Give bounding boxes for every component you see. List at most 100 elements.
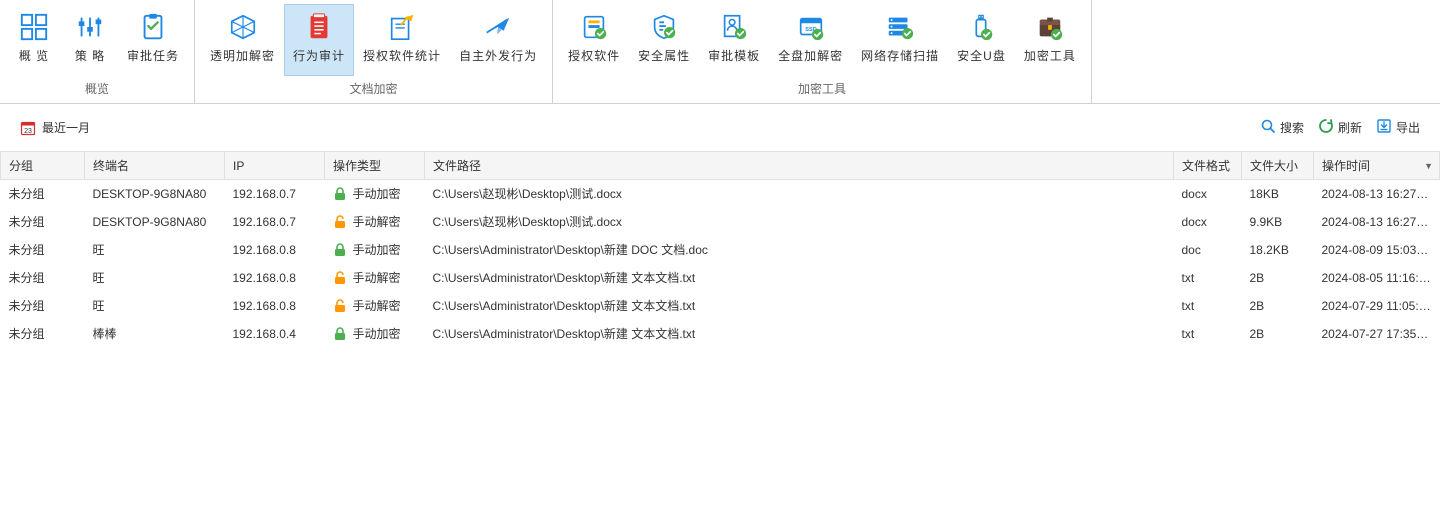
cell-time: 2024-08-09 15:03:31 (1314, 236, 1440, 264)
behavior-audit-button[interactable]: 行为审计 (284, 4, 354, 76)
approval-tasks-button[interactable]: 审批任务 (118, 4, 188, 76)
table-row[interactable]: 未分组DESKTOP-9G8NA80192.168.0.7手动加密C:\User… (1, 180, 1440, 208)
cell-format: docx (1174, 180, 1242, 208)
ribbon-toolbar: 概 览策 略审批任务概览透明加解密行为审计授权软件统计自主外发行为文档加密授权软… (0, 0, 1440, 104)
cell-format: txt (1174, 292, 1242, 320)
ribbon-group: 概 览策 略审批任务概览 (0, 0, 195, 103)
cell-format: doc (1174, 236, 1242, 264)
secattr-icon (648, 11, 680, 43)
cell-op-type: 手动加密 (325, 180, 425, 208)
lock-closed-icon (333, 187, 347, 201)
cell-op-type: 手动解密 (325, 264, 425, 292)
overview-icon (18, 11, 50, 43)
col-header-time[interactable]: 操作时间▼ (1314, 152, 1440, 180)
op-type-label: 手动解密 (353, 269, 401, 286)
ribbon-group-label: 文档加密 (201, 76, 546, 103)
col-header-terminal[interactable]: 终端名 (85, 152, 225, 180)
cell-format: txt (1174, 264, 1242, 292)
col-header-size[interactable]: 文件大小 (1242, 152, 1314, 180)
apptmpl-icon (718, 11, 750, 43)
cell-ip: 192.168.0.7 (225, 208, 325, 236)
ribbon-group: 透明加解密 行为审计 授权软件统计 自主外发行为文档加密 (195, 0, 553, 103)
encrypt-tool-button[interactable]: 加密工具 (1015, 4, 1085, 76)
cell-path: C:\Users\赵现彬\Desktop\测试.docx (425, 208, 1174, 236)
policy-icon (74, 11, 106, 43)
lock-closed-icon (333, 327, 347, 341)
calendar-icon: 23 (20, 120, 36, 136)
cell-group: 未分组 (1, 208, 85, 236)
secure-usb-button[interactable]: 安全U盘 (948, 4, 1015, 76)
cell-time: 2024-08-13 16:27:57 (1314, 180, 1440, 208)
ribbon-btn-label: 授权软件 (568, 47, 620, 64)
cell-size: 2B (1242, 292, 1314, 320)
search-button[interactable]: 搜索 (1260, 118, 1304, 137)
self-outgoing-button[interactable]: 自主外发行为 (450, 4, 546, 76)
col-header-group[interactable]: 分组 (1, 152, 85, 180)
ribbon-btn-label: 审批任务 (127, 47, 179, 64)
auth-software-button[interactable]: 授权软件 (559, 4, 629, 76)
table-row[interactable]: 未分组旺192.168.0.8手动解密C:\Users\Administrato… (1, 264, 1440, 292)
transparent-encrypt-button[interactable]: 透明加解密 (201, 4, 284, 76)
ribbon-btn-label: 审批模板 (708, 47, 760, 64)
auth-software-stats-button[interactable]: 授权软件统计 (354, 4, 450, 76)
cell-group: 未分组 (1, 320, 85, 348)
col-header-path[interactable]: 文件路径 (425, 152, 1174, 180)
op-type-label: 手动解密 (353, 297, 401, 314)
selfout-icon (482, 11, 514, 43)
export-icon (1376, 118, 1392, 137)
ribbon-btn-label: 策 略 (75, 47, 105, 64)
ribbon-btn-label: 授权软件统计 (363, 47, 441, 64)
cell-op-type: 手动加密 (325, 320, 425, 348)
security-attr-button[interactable]: 安全属性 (629, 4, 699, 76)
cell-path: C:\Users\Administrator\Desktop\新建 DOC 文档… (425, 236, 1174, 264)
fulldisk-encrypt-button[interactable]: 全盘加解密 (769, 4, 852, 76)
ribbon-btn-label: 自主外发行为 (459, 47, 537, 64)
cell-terminal: DESKTOP-9G8NA80 (85, 208, 225, 236)
export-button[interactable]: 导出 (1376, 118, 1420, 137)
sort-desc-icon: ▼ (1424, 161, 1433, 171)
cell-ip: 192.168.0.8 (225, 292, 325, 320)
cell-path: C:\Users\Administrator\Desktop\新建 文本文档.t… (425, 320, 1174, 348)
ribbon-btn-label: 透明加解密 (210, 47, 275, 64)
table-row[interactable]: 未分组旺192.168.0.8手动解密C:\Users\Administrato… (1, 292, 1440, 320)
cell-path: C:\Users\Administrator\Desktop\新建 文本文档.t… (425, 264, 1174, 292)
transparent-icon (227, 11, 259, 43)
search-icon (1260, 118, 1276, 137)
cell-size: 2B (1242, 264, 1314, 292)
lock-closed-icon (333, 243, 347, 257)
col-header-ip[interactable]: IP (225, 152, 325, 180)
col-header-op-type[interactable]: 操作类型 (325, 152, 425, 180)
policy-button[interactable]: 策 略 (62, 4, 118, 76)
ribbon-btn-label: 行为审计 (293, 47, 345, 64)
cell-time: 2024-07-27 17:35:30 (1314, 320, 1440, 348)
table-row[interactable]: 未分组棒棒192.168.0.4手动加密C:\Users\Administrat… (1, 320, 1440, 348)
cell-size: 18.2KB (1242, 236, 1314, 264)
ribbon-btn-label: 安全属性 (638, 47, 690, 64)
cell-size: 9.9KB (1242, 208, 1314, 236)
cell-op-type: 手动解密 (325, 208, 425, 236)
ribbon-btn-label: 加密工具 (1024, 47, 1076, 64)
cell-ip: 192.168.0.8 (225, 236, 325, 264)
cell-size: 2B (1242, 320, 1314, 348)
cell-ip: 192.168.0.4 (225, 320, 325, 348)
fulldisk-icon (795, 11, 827, 43)
ribbon-btn-label: 网络存储扫描 (861, 47, 939, 64)
lock-open-icon (333, 299, 347, 313)
ribbon-btn-label: 全盘加解密 (778, 47, 843, 64)
cell-group: 未分组 (1, 180, 85, 208)
authsoft-icon (386, 11, 418, 43)
col-header-format[interactable]: 文件格式 (1174, 152, 1242, 180)
secusb-icon (965, 11, 997, 43)
network-storage-scan-button[interactable]: 网络存储扫描 (852, 4, 948, 76)
overview-button[interactable]: 概 览 (6, 4, 62, 76)
audit-table: 分组 终端名 IP 操作类型 文件路径 文件格式 文件大小 操作时间▼ 未分组D… (0, 151, 1440, 348)
date-filter[interactable]: 23 最近一月 (20, 119, 90, 136)
cell-time: 2024-08-13 16:27:50 (1314, 208, 1440, 236)
approval-template-button[interactable]: 审批模板 (699, 4, 769, 76)
table-row[interactable]: 未分组旺192.168.0.8手动加密C:\Users\Administrato… (1, 236, 1440, 264)
ribbon-btn-label: 安全U盘 (957, 47, 1006, 64)
table-row[interactable]: 未分组DESKTOP-9G8NA80192.168.0.7手动解密C:\User… (1, 208, 1440, 236)
refresh-button[interactable]: 刷新 (1318, 118, 1362, 137)
op-type-label: 手动加密 (353, 241, 401, 258)
cell-path: C:\Users\赵现彬\Desktop\测试.docx (425, 180, 1174, 208)
